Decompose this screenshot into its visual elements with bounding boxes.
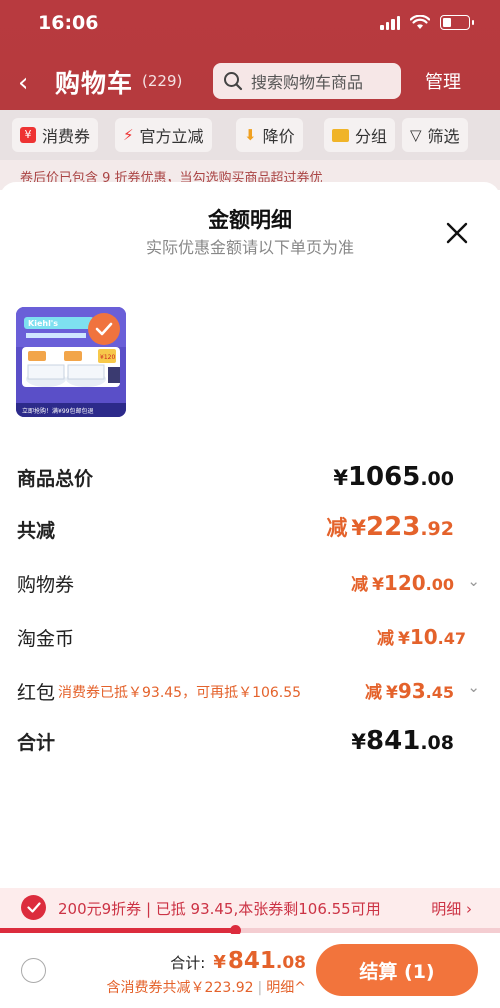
product-brand: Kiehl's	[28, 319, 58, 328]
row-taojinbi: 淘金币 减 ¥ 10 .47	[0, 620, 500, 660]
selected-check-icon	[88, 313, 120, 345]
filter-label: 分组	[355, 127, 388, 146]
search-icon	[224, 72, 243, 91]
amount-detail-sheet: 金额明细 实际优惠金额请以下单页为准 Kiehl's ¥120 立即抢购！满¥9…	[0, 182, 500, 1008]
row-label: 共减	[17, 520, 56, 542]
coupon-progress	[0, 925, 500, 936]
chevron-down-icon[interactable]: ⌄	[467, 572, 480, 590]
checkout-currency: ¥	[213, 952, 226, 973]
coupon-icon: ¥	[20, 127, 36, 143]
signal-icon	[380, 14, 400, 30]
product-price-label: ¥120	[100, 354, 115, 361]
checkout-total-int: 841	[227, 948, 276, 974]
row-subtotal: 商品总价 ¥ 1065 .00	[0, 462, 500, 502]
status-icons	[380, 14, 474, 30]
close-icon[interactable]	[444, 220, 470, 246]
row-shopping-coupon[interactable]: 购物券 减 ¥ 120 .00 ⌄	[0, 566, 500, 606]
filter-official-discount[interactable]: ⚡ 官方立减	[115, 118, 212, 152]
total-discount-value: 减 ¥ 223 .92	[326, 512, 454, 542]
product-footer-text: 立即抢购！满¥99包邮包退	[22, 407, 93, 415]
checkout-bar: 合计: ¥ 841 .08 含消费券共减￥223.92 | 明细^ 结算 (1)	[0, 934, 500, 1008]
filter-icon: ▽	[410, 126, 422, 144]
lightning-icon: ⚡	[123, 126, 134, 144]
manage-button[interactable]: 管理	[425, 68, 461, 94]
checkout-total-label: 合计:	[170, 954, 206, 972]
status-time: 16:06	[38, 12, 99, 34]
coupon-text: 200元9折券 | 已抵 93.45,本张券剩106.55可用	[58, 900, 381, 918]
red-packet-value: 减 ¥ 93 .45	[364, 679, 454, 703]
sheet-subtitle: 实际优惠金额请以下单页为准	[145, 238, 354, 257]
coupon-detail-link[interactable]: 明细 ›	[431, 898, 472, 919]
price-drop-icon: ⬇	[244, 126, 257, 144]
filter-screen[interactable]: ▽ 筛选	[402, 118, 468, 152]
checkout-total: 合计: ¥ 841 .08	[170, 948, 306, 974]
row-label: 购物券	[17, 574, 75, 596]
filter-label: 筛选	[427, 127, 460, 146]
cart-count: (229)	[142, 72, 183, 90]
row-label: 红包	[17, 682, 56, 704]
select-all-checkbox[interactable]	[21, 958, 46, 983]
checkout-discount: 含消费券共减￥223.92 | 明细^	[106, 980, 306, 996]
row-red-packet[interactable]: 红包 消费券已抵￥93.45，可再抵￥106.55 减 ¥ 93 .45 ⌄	[0, 672, 500, 712]
taojinbi-value: 减 ¥ 10 .47	[376, 625, 466, 649]
checkout-button[interactable]: 结算 (1)	[316, 944, 478, 996]
folder-icon	[332, 128, 349, 142]
checkout-detail-link[interactable]: 明细^	[266, 980, 306, 996]
subtotal-value: ¥ 1065 .00	[333, 462, 454, 492]
row-total: 合计 ¥ 841 .08	[0, 724, 500, 764]
wifi-icon	[410, 14, 430, 29]
shopping-coupon-value: 减 ¥ 120 .00	[351, 571, 454, 595]
back-button[interactable]: ‹	[18, 68, 28, 98]
coupon-bar[interactable]: 200元9折券 | 已抵 93.45,本张券剩106.55可用 明细 ›	[0, 888, 500, 928]
page-title: 购物车	[55, 69, 134, 98]
row-total-discount: 共减 减 ¥ 223 .92	[0, 512, 500, 552]
row-label: 淘金币	[17, 628, 75, 650]
row-label: 合计	[17, 732, 56, 754]
filter-coupon[interactable]: ¥ 消费券	[12, 118, 99, 152]
filter-label: 消费券	[42, 127, 91, 146]
checkout-total-dec: .08	[275, 953, 306, 973]
filter-price-drop[interactable]: ⬇ 降价	[236, 118, 303, 152]
battery-icon	[440, 14, 474, 30]
filter-label: 官方立减	[139, 127, 204, 146]
status-bar: 16:06	[0, 0, 500, 48]
filter-bar: ¥ 消费券 ⚡ 官方立减 ⬇ 降价 分组 ▽ 筛选	[0, 110, 500, 160]
checkout-discount-text: 含消费券共减￥223.92	[106, 980, 254, 996]
red-packet-note: 消费券已抵￥93.45，可再抵￥106.55	[58, 685, 302, 701]
total-value: ¥ 841 .08	[351, 726, 454, 756]
search-input[interactable]: 搜索购物车商品	[213, 63, 401, 99]
search-placeholder: 搜索购物车商品	[251, 73, 364, 92]
filter-group[interactable]: 分组	[324, 118, 396, 152]
coupon-check-icon[interactable]	[21, 895, 46, 920]
coupon-progress-fill	[0, 928, 235, 933]
filter-label: 降价	[262, 127, 295, 146]
sheet-title: 金额明细	[208, 208, 292, 232]
chevron-down-icon[interactable]: ⌄	[467, 678, 480, 696]
row-label: 商品总价	[17, 468, 94, 490]
